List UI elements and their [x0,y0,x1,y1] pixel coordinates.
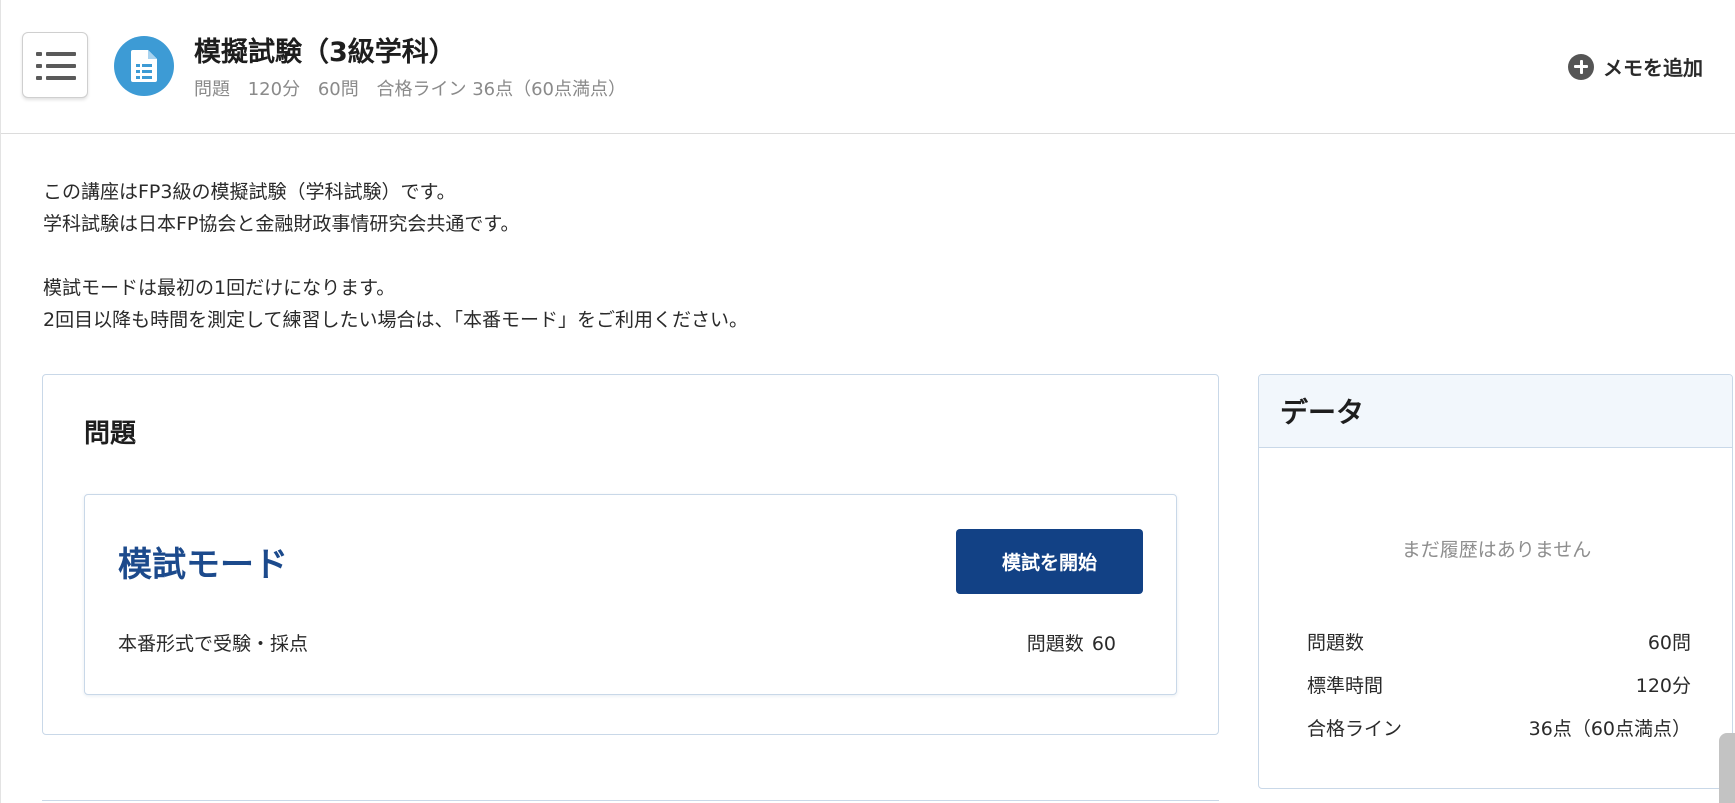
document-icon [131,50,157,82]
meta-time: 120分 [247,79,301,100]
add-memo-label: メモを追加 [1603,56,1703,80]
data-panel: データ まだ履歴はありません 問題数 60問 標準時間 120分 合格ライン 3… [1258,374,1733,789]
plus-circle-icon [1568,53,1594,80]
count-value: 60 [1091,633,1116,655]
count-label: 問題数 [1026,633,1084,655]
problem-heading: 問題 [84,419,137,449]
description-line: 学科試験は日本FP協会と金融財政事情研究会共通です。 [43,213,520,235]
page-title: 模擬試験（3級学科） [194,37,456,68]
description-line: 2回目以降も時間を測定して練習したい場合は、「本番モード」をご利用ください。 [43,309,749,331]
description-line: 模試モードは最初の1回だけになります。 [43,277,396,299]
stat-value: 36点（60点満点） [1528,718,1691,740]
document-badge [114,36,174,96]
stat-value: 60問 [1647,632,1691,654]
stat-label: 問題数 [1307,632,1365,654]
meta-questions: 60問 [317,79,359,100]
start-mock-button[interactable]: 模試を開始 [956,529,1143,594]
mode-description: 本番形式で受験・採点 [118,633,309,655]
course-description: この講座はFP3級の模擬試験（学科試験）です。 学科試験は日本FP協会と金融財政… [43,176,748,336]
page-header: 模擬試験（3級学科） 問題 120分 60問 合格ライン 36点（60点満点） … [1,0,1735,134]
stat-row: 標準時間 120分 [1307,671,1691,714]
stat-label: 標準時間 [1307,675,1384,697]
menu-button[interactable] [22,32,88,98]
data-stats: 問題数 60問 標準時間 120分 合格ライン 36点（60点満点） [1307,628,1691,757]
page: 模擬試験（3級学科） 問題 120分 60問 合格ライン 36点（60点満点） … [0,0,1735,803]
add-memo-button[interactable]: メモを追加 [1568,52,1703,81]
mode-question-count: 問題数 60 [1027,629,1116,656]
problem-panel: 問題 模試モード 模試を開始 本番形式で受験・採点 問題数 60 [42,374,1219,735]
meta-pass-line: 合格ライン 36点（60点満点） [376,79,626,100]
stat-value: 120分 [1635,675,1691,697]
data-heading: データ [1259,375,1732,448]
meta-type: 問題 [194,79,230,100]
scrollbar-thumb[interactable] [1719,733,1735,803]
mode-title: 模試モード [118,545,288,585]
description-line: この講座はFP3級の模擬試験（学科試験）です。 [43,181,456,203]
mock-mode-card: 模試モード 模試を開始 本番形式で受験・採点 問題数 60 [84,494,1177,695]
empty-history-message: まだ履歴はありません [1401,539,1592,561]
stat-row: 合格ライン 36点（60点満点） [1307,714,1691,757]
exam-meta: 問題 120分 60問 合格ライン 36点（60点満点） [194,75,638,101]
stat-label: 合格ライン [1307,718,1403,740]
stat-row: 問題数 60問 [1307,628,1691,671]
